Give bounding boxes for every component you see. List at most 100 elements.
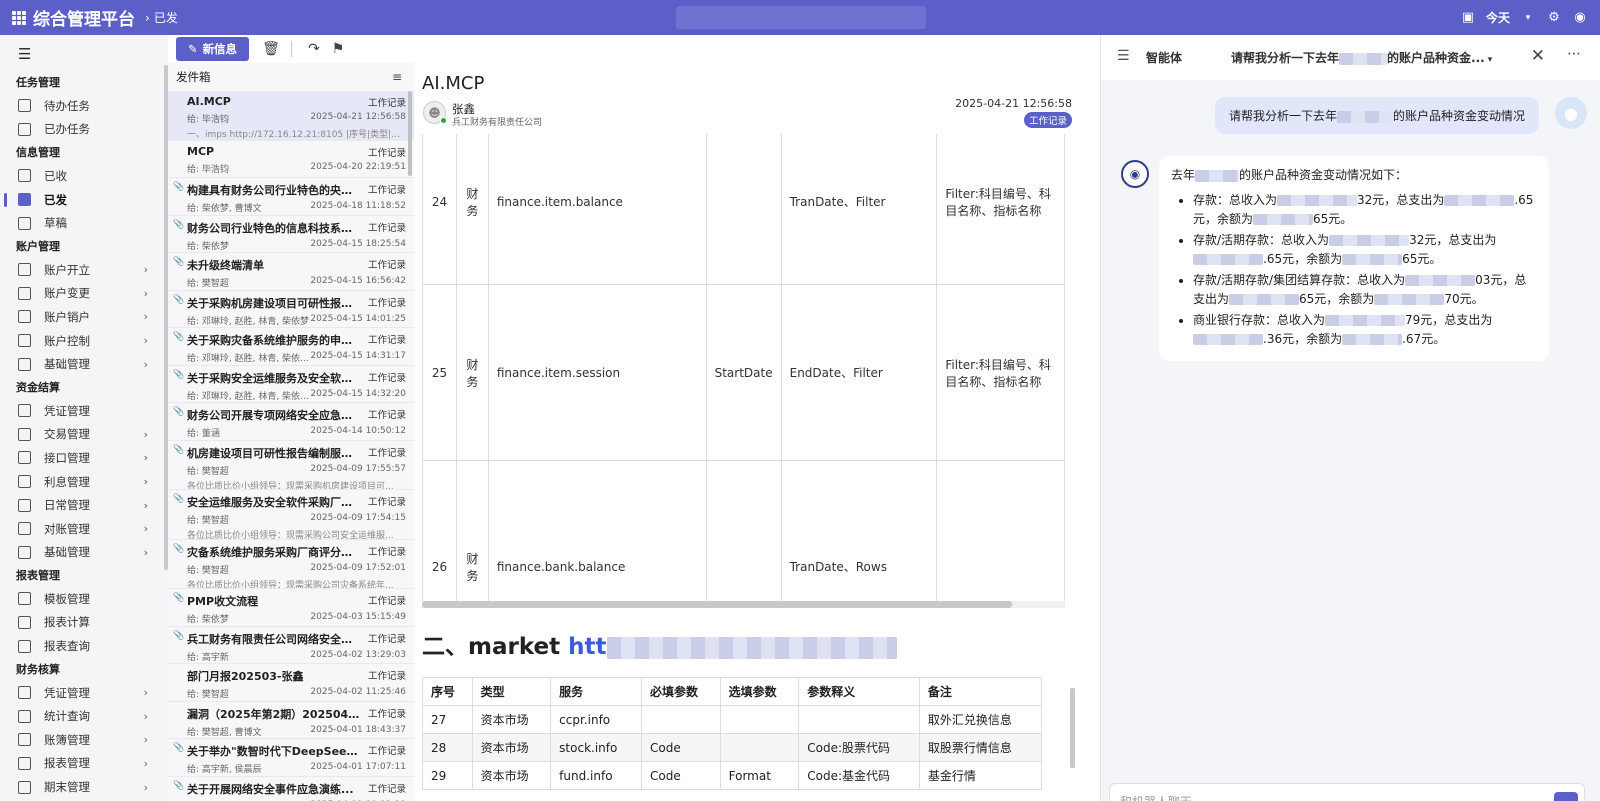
mail-item[interactable]: 📎 关于采购灾备系统维护服务的申请... 工作记录 给: 邓琳玲, 赵胜, 林青, 柴… [168,328,414,366]
section-title: 二、market [422,634,561,660]
nav-item-label: 接口管理 [44,450,90,465]
mail-item[interactable]: 📎 兵工财务有限责任公司网络安全事... 工作记录 给: 高宇新 2025-04-02 … [168,627,414,664]
bot-bullet-list: 存款：总收入为32元，总支出为.65元，余额为65元。存款/活期存款：总收入为3… [1193,191,1537,349]
chevron-down-icon[interactable]: ▾ [1520,10,1536,26]
mail-preview: 各位比质比价小组领导：现需采购公司灾备系统年... [187,580,394,589]
mail-item[interactable]: 📎关于举办"数智时代下DeepSeek赋能... 工作记录给: 高宇新, 侯晨辰 2… [168,739,414,777]
agent-icon[interactable]: ◉ [1572,10,1588,26]
mail-item[interactable]: 📎关于开展网络安全事件应急演练...工作记录给: 樊智超2025-04-01 1… [168,777,414,801]
nav-item[interactable]: 凭证管理 [0,399,168,423]
message-date: 2025-04-21 12:56:58 [955,97,1072,110]
mail-item[interactable]: 📎 财务公司行业特色的信息科技系统... 工作记录 给: 柴依梦 2025-04-15 … [168,216,414,253]
mail-item[interactable]: 部门月报202503-张鑫 工作记录 给: 樊智超 2025-04-02 11:25:… [168,664,414,702]
nav-item-icon [18,451,31,465]
nav-item[interactable]: 已收 [0,164,168,188]
chevron-right-icon: › [143,310,148,324]
chat-input[interactable] [1120,795,1520,801]
nav-item[interactable]: 期末管理 › [0,775,168,799]
app-title: 综合管理平台 [33,10,135,30]
nav-item[interactable]: 报表计算 [0,611,168,635]
more-icon[interactable]: ⋯ [1567,46,1581,62]
nav-item[interactable]: 接口管理 › [0,446,168,470]
nav-item[interactable]: 待办任务 [0,94,168,118]
table-horizontal-scrollbar[interactable] [422,601,1065,608]
nav-item-label: 报表管理 [44,756,90,771]
nav-item[interactable]: 报表管理 › [0,752,168,776]
mail-item[interactable]: 📎 构建具有财务公司行业特色的央企... 工作记录 给: 柴依梦, 曹博文 2025-0… [168,178,414,216]
nav-item-label: 基础管理 [44,545,90,560]
mail-recipients: 给: 樊智超 [187,279,229,289]
app-grid-icon[interactable] [12,10,26,25]
chat-input-box[interactable]: ➤ [1109,783,1585,801]
mail-tag: 工作记录 [367,708,406,720]
mail-item-header: 安全运维服务及安全软件采购厂商... 工作记录 [187,494,406,510]
mail-item[interactable]: 📎 安全运维服务及安全软件采购厂商... 工作记录 给: 樊智超 2025-04-09 … [168,490,414,540]
nav-item[interactable]: 基础管理 › [0,352,168,376]
settings-icon[interactable]: ⚙ [1546,10,1562,26]
nav-item-icon [18,545,31,559]
mail-item[interactable]: 📎 财务公司开展专项网络安全应急演... 工作记录 给: 董涵 2025-04-14 1… [168,403,414,441]
nav-item[interactable]: 统计查询 › [0,704,168,728]
mail-item[interactable]: AI.MCP 工作记录 给: 毕浩钧 2025-04-21 12:56:58 一、imp… [168,91,414,141]
bullet-out-prefix: 总支出为 [1396,193,1445,207]
table-cell: 取股票行情信息 [918,733,1043,762]
bot-bullet-item: 存款/活期存款：总收入为 32元，总支出为 .65元，余额为 65元。 [1193,231,1537,269]
mail-list-scrollbar[interactable] [408,91,412,176]
mail-tag: 工作记录 [367,297,406,309]
mail-recipients: 给: 柴依梦 [187,615,229,625]
global-search-input[interactable] [676,6,926,29]
calendar-icon[interactable]: ▣ [1460,10,1476,26]
nav-item[interactable]: 凭证管理 › [0,681,168,705]
nav-item[interactable]: 日常管理 › [0,493,168,517]
forward-icon[interactable]: ↷ [304,39,324,59]
nav-item[interactable]: 对账管理 › [0,517,168,541]
nav-item[interactable]: 账户销户 › [0,305,168,329]
ai-conversation-topic[interactable]: 请帮我分析一下去年 的账户品种资金... ▾ [1231,49,1492,66]
nav-item[interactable]: 模板管理 [0,587,168,611]
nav-list: 任务管理 待办任务 已办任务 信息管理 已收 已发 草稿 账户管理 账户开立 › 账户变更 › 账户销户… [0,71,168,799]
nav-item[interactable]: 已发 [0,188,168,212]
ai-menu-icon[interactable]: ☰ [1117,48,1130,64]
today-selector[interactable]: 今天 [1486,9,1510,26]
mail-item-meta: 给: 邓琳玲, 赵胜, 林青, 柴依梦 2025-04-15 14:01:25 [187,314,406,327]
table-scroll-thumb[interactable] [422,601,1012,608]
redacted-block [1342,334,1403,345]
table-cell: Code [641,733,721,762]
mail-item[interactable]: 📎 PMP收文流程 工作记录 给: 柴依梦 2025-04-03 15:15:49 [168,589,414,627]
mail-item[interactable]: 📎 机房建设项目可研性报告编制服务... 工作记录 给: 樊智超 2025-04-09 … [168,441,414,490]
nav-item[interactable]: 草稿 [0,211,168,235]
close-icon[interactable]: ✕ [1531,46,1545,66]
nav-item[interactable]: 已办任务 [0,118,168,142]
message-tag-badge: 工作记录 [1023,112,1072,128]
nav-item[interactable]: 账户变更 › [0,282,168,306]
nav-item[interactable]: 基础管理 › [0,541,168,565]
send-button[interactable]: ➤ [1554,792,1578,801]
nav-item[interactable]: 账户开立 › [0,258,168,282]
nav-item[interactable]: 利息管理 › [0,470,168,494]
mail-subject: 关于采购机房建设项目可研性报告... [187,296,362,310]
attachment-icon: 📎 [173,257,185,267]
mail-item[interactable]: 📎 灾备系统维护服务采购厂商评分【... 工作记录 给: 樊智超 2025-04-09 … [168,540,414,589]
section-url-link[interactable]: htt [568,634,606,660]
mail-subject: 财务公司行业特色的信息科技系统... [187,221,362,235]
nav-item[interactable]: 账簿管理 › [0,728,168,752]
flag-icon[interactable]: ⚑ [328,39,348,59]
redacted-block [1229,294,1300,305]
mail-item[interactable]: MCP 工作记录 给: 毕浩钧 2025-04-20 22:19:51 [168,141,414,178]
mail-item[interactable]: 📎 未升级终端清单 工作记录 给: 樊智超 2025-04-15 16:56:42 [168,253,414,291]
filter-icon[interactable]: ≡ [392,70,402,84]
mail-list: 发件箱 ≡ AI.MCP 工作记录 给: 毕浩钧 2025-04-21 12:56:5… [168,63,414,801]
delete-icon[interactable]: 🗑 [261,39,281,59]
new-message-button[interactable]: ✎ 新信息 [176,37,249,61]
mail-subject: 财务公司开展专项网络安全应急演... [187,409,362,422]
toolbar-divider [291,41,292,57]
nav-item[interactable]: 账户控制 › [0,329,168,353]
nav-item[interactable]: 交易管理 › [0,423,168,447]
mail-item[interactable]: 漏洞（2025年第2期）20250401【... 工作记录给: 樊智超, 曹博文 2… [168,702,414,739]
menu-toggle-icon[interactable]: ☰ [18,45,31,63]
reader-vertical-scrollbar[interactable] [1070,688,1075,768]
mail-item[interactable]: 📎 关于采购机房建设项目可研性报告... 工作记录 给: 邓琳玲, 赵胜, 林青, 柴… [168,291,414,328]
redacted-block [1195,169,1240,182]
mail-item[interactable]: 📎 关于采购安全运维服务及安全软件... 工作记录 给: 邓琳玲, 赵胜, 林青, 柴… [168,366,414,403]
nav-item[interactable]: 报表查询 [0,634,168,658]
